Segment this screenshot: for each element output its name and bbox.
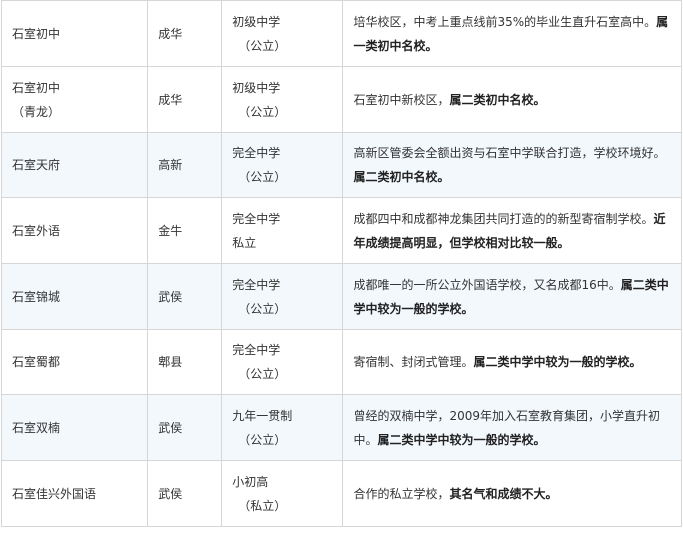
description-cell: 合作的私立学校，其名气和成绩不大。 <box>342 460 682 527</box>
school-name: 石室佳兴外国语 <box>12 486 97 501</box>
school-type-cell: 完全中学 （公立） <box>221 263 344 330</box>
school-name: 石室锦城 <box>12 289 61 304</box>
description-text: 成都四中和成都神龙集团共同打造的的新型寄宿制学校。 <box>353 211 654 226</box>
district-cell: 郫县 <box>147 329 223 395</box>
school-name-cell: 石室蜀都 <box>0 329 149 395</box>
district-cell: 武侯 <box>147 394 223 461</box>
school-name: 石室初中 <box>12 26 61 41</box>
school-type-cell: 初级中学 （公立） <box>221 66 344 133</box>
district-cell: 成华 <box>147 0 223 67</box>
description-cell: 高新区管委会全额出资与石室中学联合打造，学校环境好。属二类初中名校。 <box>342 132 682 198</box>
school-name-cell: 石室天府 <box>0 132 149 198</box>
school-name: 石室双楠 <box>12 420 61 435</box>
description-text: 成都唯一的一所公立外国语学校，又名成都16中。 <box>353 277 621 292</box>
ownership: 私立 <box>232 235 257 250</box>
description-text: 寄宿制、封闭式管理。 <box>353 355 474 369</box>
description-emphasis: 属二类中学中较为一般的学校。 <box>473 355 642 369</box>
school-type-cell: 初级中学 （公立） <box>221 0 344 67</box>
school-name: 石室初中 <box>12 80 61 95</box>
table-row: 石室初中 （青龙） 成华 初级中学 （公立） 石室初中新校区，属二类初中名校。 <box>0 66 682 133</box>
school-type: 小初高 <box>232 474 269 489</box>
school-comparison-table: 石室初中 成华 初级中学 （公立） 培华校区，中考上重点线前35%的毕业生直升石… <box>0 0 682 527</box>
description-cell: 寄宿制、封闭式管理。属二类中学中较为一般的学校。 <box>342 329 682 395</box>
school-name-cell: 石室外语 <box>0 197 149 264</box>
school-type: 完全中学 <box>232 211 281 226</box>
description-emphasis: 其名气和成绩不大。 <box>449 486 558 501</box>
district-cell: 高新 <box>147 132 223 198</box>
ownership: （公立） <box>238 38 287 53</box>
table-row: 石室佳兴外国语 武侯 小初高 （私立） 合作的私立学校，其名气和成绩不大。 <box>0 460 682 527</box>
description-text: 高新区管委会全额出资与石室中学联合打造，学校环境好。 <box>353 146 666 160</box>
school-name-campus: （青龙） <box>12 104 61 119</box>
description-text: 培华校区，中考上重点线前35%的毕业生直升石室高中。 <box>353 14 657 29</box>
school-name-cell: 石室双楠 <box>0 394 149 461</box>
school-type-cell: 完全中学 （公立） <box>221 132 344 198</box>
school-type: 完全中学 <box>232 277 281 292</box>
ownership: （公立） <box>238 104 287 119</box>
school-type-cell: 小初高 （私立） <box>221 460 344 527</box>
ownership: （公立） <box>238 170 287 184</box>
ownership: （公立） <box>238 367 287 381</box>
description-emphasis: 属二类初中名校。 <box>449 92 546 107</box>
description-text: 合作的私立学校， <box>353 486 450 501</box>
table-row: 石室初中 成华 初级中学 （公立） 培华校区，中考上重点线前35%的毕业生直升石… <box>0 0 682 67</box>
school-type: 初级中学 <box>232 14 281 29</box>
district-cell: 武侯 <box>147 263 223 330</box>
school-type: 初级中学 <box>232 80 281 95</box>
school-name-cell: 石室佳兴外国语 <box>0 460 149 527</box>
school-name-cell: 石室锦城 <box>0 263 149 330</box>
table-row: 石室天府 高新 完全中学 （公立） 高新区管委会全额出资与石室中学联合打造，学校… <box>0 132 682 198</box>
description-text: 石室初中新校区， <box>353 92 450 107</box>
table-row: 石室双楠 武侯 九年一贯制 （公立） 曾经的双楠中学，2009年加入石室教育集团… <box>0 394 682 461</box>
school-type-cell: 完全中学 私立 <box>221 197 344 264</box>
table-row: 石室蜀都 郫县 完全中学 （公立） 寄宿制、封闭式管理。属二类中学中较为一般的学… <box>0 329 682 395</box>
ownership: （公立） <box>238 432 287 447</box>
table-row: 石室外语 金牛 完全中学 私立 成都四中和成都神龙集团共同打造的的新型寄宿制学校… <box>0 197 682 264</box>
school-name: 石室外语 <box>12 223 61 238</box>
table-row: 石室锦城 武侯 完全中学 （公立） 成都唯一的一所公立外国语学校，又名成都16中… <box>0 263 682 330</box>
school-type: 九年一贯制 <box>232 408 293 423</box>
school-name-cell: 石室初中 <box>0 0 149 67</box>
school-type-cell: 完全中学 （公立） <box>221 329 344 395</box>
ownership: （私立） <box>238 498 287 513</box>
description-cell: 石室初中新校区，属二类初中名校。 <box>342 66 682 133</box>
description-emphasis: 属二类初中名校。 <box>353 170 450 184</box>
description-cell: 培华校区，中考上重点线前35%的毕业生直升石室高中。属一类初中名校。 <box>342 0 682 67</box>
school-name-cell: 石室初中 （青龙） <box>0 66 149 133</box>
district-cell: 武侯 <box>147 460 223 527</box>
ownership: （公立） <box>238 301 287 316</box>
description-emphasis: 属二类中学中较为一般的学校。 <box>377 432 546 447</box>
school-type: 完全中学 <box>232 343 281 357</box>
school-type: 完全中学 <box>232 146 281 160</box>
description-cell: 成都四中和成都神龙集团共同打造的的新型寄宿制学校。近年成绩提高明显，但学校相对比… <box>342 197 682 264</box>
district-cell: 金牛 <box>147 197 223 264</box>
district-cell: 成华 <box>147 66 223 133</box>
school-name: 石室天府 <box>12 158 61 172</box>
description-cell: 曾经的双楠中学，2009年加入石室教育集团，小学直升初中。属二类中学中较为一般的… <box>342 394 682 461</box>
school-type-cell: 九年一贯制 （公立） <box>221 394 344 461</box>
description-cell: 成都唯一的一所公立外国语学校，又名成都16中。属二类中学中较为一般的学校。 <box>342 263 682 330</box>
school-name: 石室蜀都 <box>12 355 61 369</box>
